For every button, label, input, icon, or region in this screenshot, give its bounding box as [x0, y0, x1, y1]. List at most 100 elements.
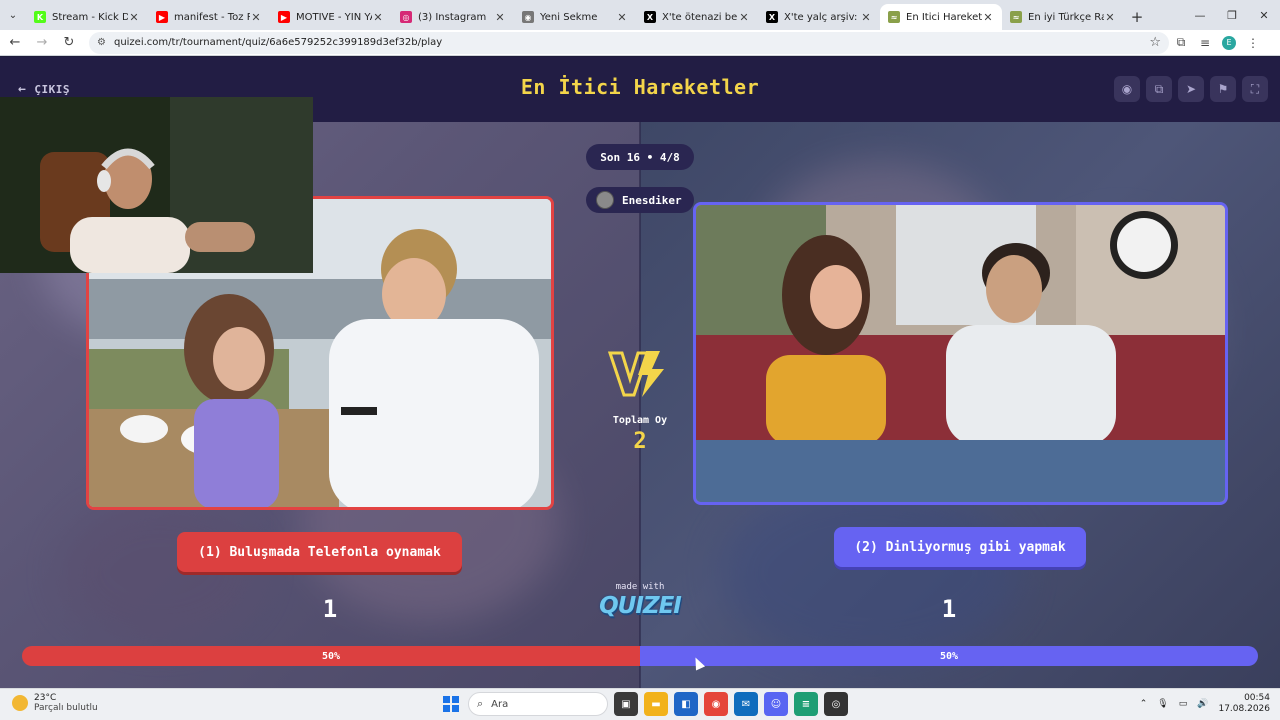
- vote-option-left-button[interactable]: (1) Buluşmada Telefonla oynamak: [177, 532, 462, 572]
- close-tab-icon[interactable]: ✕: [738, 11, 750, 24]
- total-votes-value: 2: [633, 429, 647, 454]
- vote-option-right-button[interactable]: (2) Dinliyormuş gibi yapmak: [834, 527, 1086, 567]
- minimize-icon[interactable]: —: [1184, 0, 1216, 30]
- close-window-icon[interactable]: ✕: [1248, 0, 1280, 30]
- close-tab-icon[interactable]: ✕: [1104, 11, 1116, 24]
- tab-title: manifest - Toz Pembe: [174, 11, 250, 23]
- close-tab-icon[interactable]: ✕: [372, 11, 384, 24]
- media-icon[interactable]: ≡: [1193, 31, 1217, 55]
- tab-favicon-icon: ≈: [1010, 11, 1022, 23]
- flag-icon[interactable]: ⚑: [1210, 76, 1236, 102]
- browser-tab[interactable]: ≈ En İtici Hareketler - T✕: [880, 4, 1002, 30]
- store-icon[interactable]: ◧: [674, 692, 698, 716]
- copy-icon[interactable]: ⧉: [1146, 76, 1172, 102]
- browser-tab[interactable]: ◉ Yeni Sekme ✕: [514, 4, 636, 30]
- chrome-icon[interactable]: ◉: [704, 692, 728, 716]
- chevron-up-icon[interactable]: ⌃: [1140, 699, 1148, 709]
- fullscreen-icon[interactable]: ⛶: [1242, 76, 1268, 102]
- url-input[interactable]: ⚙ quizei.com/tr/tournament/quiz/6a6e5792…: [89, 31, 1169, 54]
- clock-time: 00:54: [1244, 693, 1270, 703]
- tab-title: Yeni Sekme: [540, 11, 598, 23]
- notepad-icon[interactable]: ≡: [794, 692, 818, 716]
- eye-icon[interactable]: ◉: [1114, 76, 1140, 102]
- weather-description: Parçalı bulutlu: [34, 703, 98, 713]
- file-explorer-icon[interactable]: ▬: [644, 692, 668, 716]
- system-tray: ⌃ 🎙 ▭ 🔊 00:54 17.08.2026: [1140, 693, 1270, 715]
- search-icon: ⌕: [477, 697, 484, 710]
- header-actions: ◉ ⧉ ➤ ⚑ ⛶: [1114, 76, 1268, 102]
- windows-start-icon[interactable]: [440, 693, 462, 715]
- maximize-icon[interactable]: ❐: [1216, 0, 1248, 30]
- tab-search-button[interactable]: ⌄: [0, 0, 26, 30]
- reload-icon[interactable]: ↻: [57, 31, 81, 55]
- round-indicator: Son 16 • 4/8: [586, 144, 694, 170]
- browser-tab-bar: ⌄ KStream - Kick Dashbo✕▶manifest - Toz …: [0, 0, 1280, 30]
- obs-icon[interactable]: ◎: [824, 692, 848, 716]
- user-name: Enesdiker: [622, 193, 682, 207]
- left-percentage-fill: 50%: [22, 646, 640, 666]
- profile-avatar[interactable]: E: [1222, 35, 1236, 50]
- partly-cloudy-icon: [12, 695, 28, 711]
- tab-favicon-icon: ▶: [156, 11, 168, 23]
- tab-title: Stream - Kick Dashbo: [52, 11, 128, 23]
- close-tab-icon[interactable]: ✕: [494, 11, 506, 24]
- option-image-right[interactable]: [693, 202, 1228, 505]
- browser-tab[interactable]: ▶ MOTIVE - YIN YA ✕: [270, 4, 392, 30]
- temperature: 23°C: [34, 693, 57, 703]
- forward-icon[interactable]: →: [30, 31, 54, 55]
- vote-percentage-bar: 50% 50%: [22, 646, 1258, 666]
- close-tab-icon[interactable]: ✕: [982, 11, 994, 24]
- streamer-webcam-feed: [0, 97, 313, 273]
- tab-favicon-icon: ◉: [522, 11, 534, 23]
- close-tab-icon[interactable]: ✕: [128, 11, 140, 24]
- left-vote-count: 1: [322, 595, 338, 623]
- user-avatar: [596, 191, 614, 209]
- bookmark-star-icon[interactable]: ☆: [1149, 35, 1161, 50]
- weather-widget[interactable]: 23°C Parçalı bulutlu: [12, 693, 98, 713]
- discord-icon[interactable]: ☺: [764, 692, 788, 716]
- url-text: quizei.com/tr/tournament/quiz/6a6e579252…: [113, 37, 443, 48]
- tab-title: (3) Instagram: [418, 11, 487, 23]
- tab-title: MOTIVE - YIN YA: [296, 11, 372, 23]
- network-icon[interactable]: ▭: [1179, 699, 1188, 709]
- quiz-title: En İtici Hareketler: [520, 75, 760, 99]
- browser-tab[interactable]: K Stream - Kick Dashbo✕: [26, 4, 148, 30]
- right-vote-count: 1: [941, 595, 957, 623]
- send-icon[interactable]: ➤: [1178, 76, 1204, 102]
- close-tab-icon[interactable]: ✕: [616, 11, 628, 24]
- microphone-icon[interactable]: 🎙: [1157, 699, 1168, 709]
- browser-tab[interactable]: X X'te ötenazi bekliyor✕: [636, 4, 758, 30]
- quizei-logo[interactable]: QUIZEI: [590, 593, 690, 619]
- browser-tab[interactable]: ◎ (3) Instagram ✕: [392, 4, 514, 30]
- outlook-icon[interactable]: ✉: [734, 692, 758, 716]
- extensions-icon[interactable]: ⧉: [1169, 31, 1193, 55]
- tab-favicon-icon: ≈: [888, 11, 900, 23]
- webcam-overlay: [0, 97, 313, 273]
- close-tab-icon[interactable]: ✕: [860, 11, 872, 24]
- task-view-icon[interactable]: ▣: [614, 692, 638, 716]
- taskbar-apps: ⌕ Ara ▣ ▬ ◧ ◉ ✉ ☺ ≡ ◎: [440, 692, 848, 716]
- tab-title: En iyi Türkçe Rap Şar: [1028, 11, 1104, 23]
- right-percentage-fill: 50%: [640, 646, 1258, 666]
- tab-favicon-icon: K: [34, 11, 46, 23]
- tab-title: X'te yalç arşiv: "kurtla: [784, 11, 860, 23]
- clock-date: 17.08.2026: [1218, 704, 1270, 714]
- browser-tab[interactable]: X X'te yalç arşiv: "kurtla✕: [758, 4, 880, 30]
- tab-favicon-icon: X: [644, 11, 656, 23]
- site-info-icon[interactable]: ⚙: [97, 37, 106, 48]
- couple-sofa-photo: [696, 205, 1225, 502]
- browser-tab[interactable]: ≈ En iyi Türkçe Rap Şar✕: [1002, 4, 1124, 30]
- volume-icon[interactable]: 🔊: [1197, 699, 1208, 709]
- browser-tab[interactable]: ▶ manifest - Toz Pembe✕: [148, 4, 270, 30]
- total-votes-label: Toplam Oy: [612, 415, 668, 426]
- clock[interactable]: 00:54 17.08.2026: [1218, 693, 1270, 715]
- new-tab-button[interactable]: +: [1124, 4, 1150, 30]
- search-placeholder: Ara: [491, 698, 509, 710]
- vs-lightning-icon: [608, 351, 664, 397]
- back-icon[interactable]: ←: [3, 31, 27, 55]
- taskbar-search-input[interactable]: ⌕ Ara: [468, 692, 608, 716]
- tab-favicon-icon: ▶: [278, 11, 290, 23]
- menu-icon[interactable]: ⋮: [1241, 31, 1265, 55]
- tab-title: X'te ötenazi bekliyor: [662, 11, 738, 23]
- close-tab-icon[interactable]: ✕: [250, 11, 262, 24]
